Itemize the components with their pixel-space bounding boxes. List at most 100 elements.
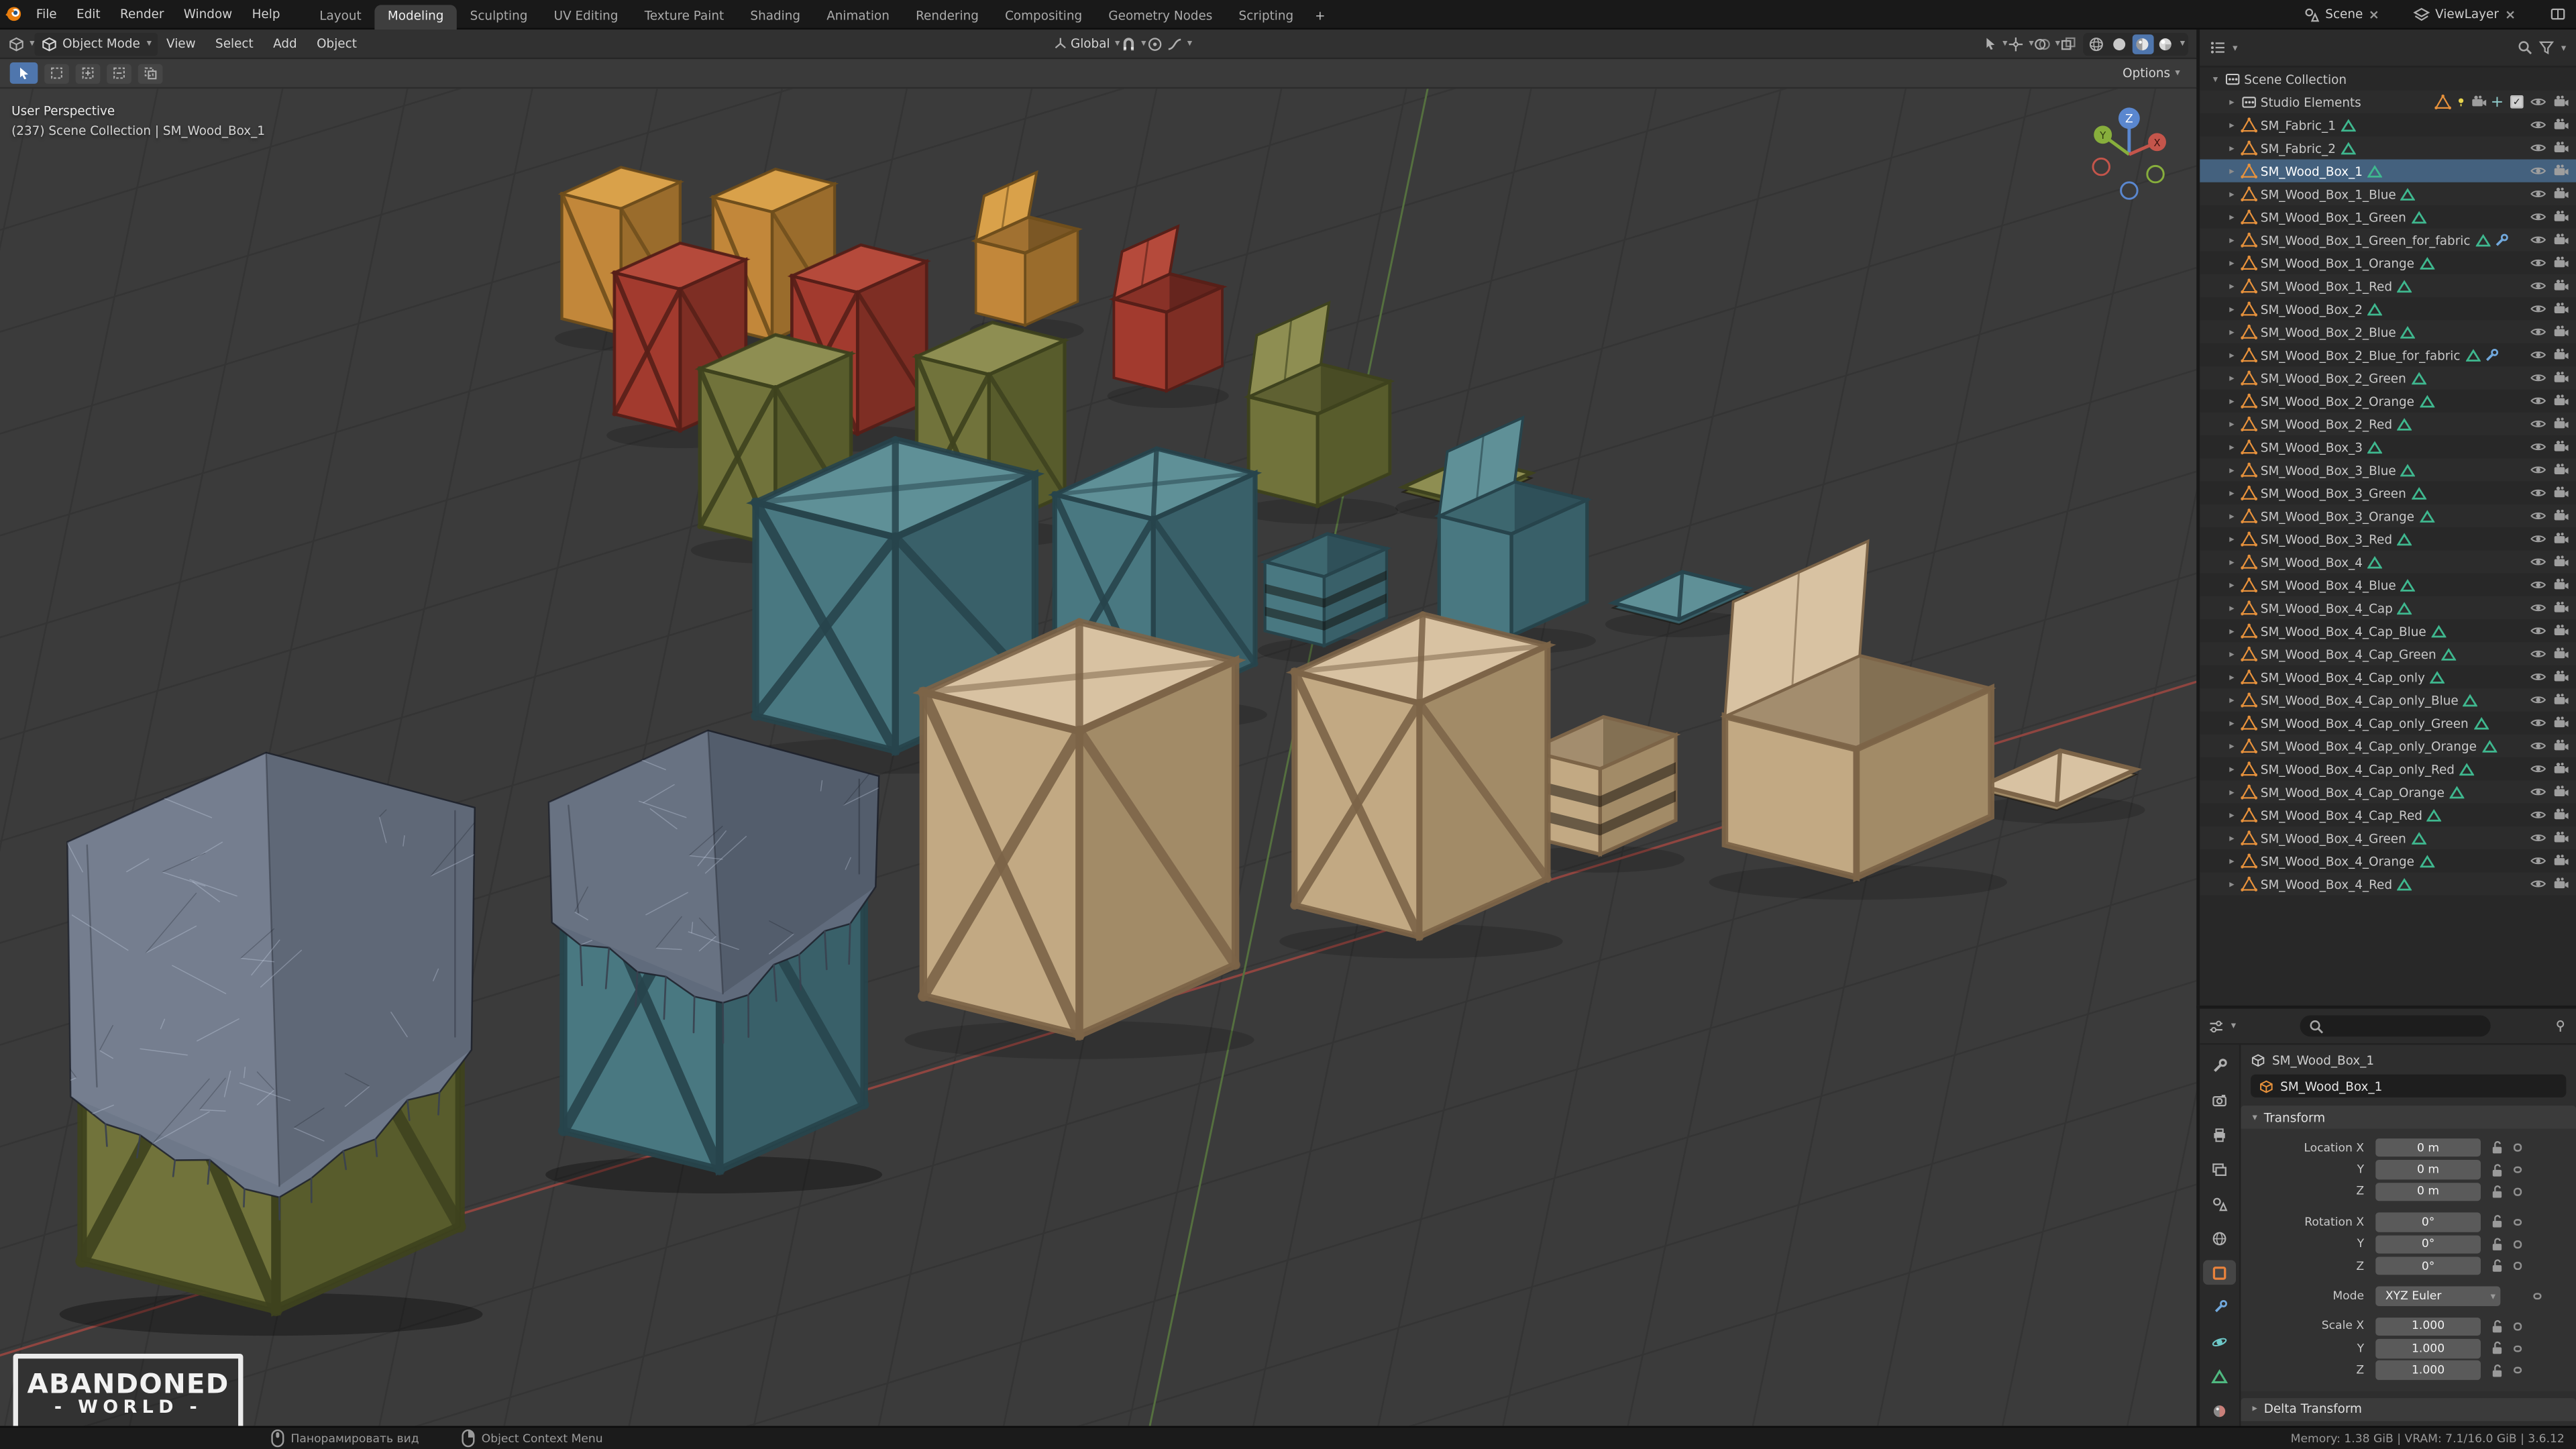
- disable-render-camera-icon[interactable]: [2553, 231, 2569, 248]
- outliner-filter-icon[interactable]: [2538, 40, 2555, 56]
- outliner-editor-icon[interactable]: [2210, 40, 2226, 56]
- hide-viewport-eye-icon[interactable]: [2530, 439, 2546, 455]
- disable-render-camera-icon[interactable]: [2553, 186, 2569, 202]
- outliner-row-object[interactable]: ▸ SM_Wood_Box_3: [2200, 435, 2576, 458]
- lock-icon[interactable]: [2484, 1215, 2509, 1230]
- outliner-row-object[interactable]: ▸ SM_Wood_Box_4_Cap_only: [2200, 665, 2576, 688]
- animate-dot-icon[interactable]: [2513, 1218, 2521, 1226]
- hide-viewport-eye-icon[interactable]: [2530, 600, 2546, 616]
- animate-dot-icon[interactable]: [2533, 1292, 2541, 1300]
- mode-selector[interactable]: Object Mode ▾: [34, 32, 158, 56]
- outliner-row-object[interactable]: ▸ SM_Wood_Box_1_Green: [2200, 205, 2576, 228]
- outliner-row-scene-collection[interactable]: ▾ Scene Collection: [2200, 67, 2576, 90]
- properties-tab-modifiers[interactable]: [2203, 1295, 2236, 1320]
- disable-render-camera-icon[interactable]: [2553, 392, 2569, 409]
- expand-arrow-icon[interactable]: ▸: [2224, 395, 2239, 407]
- outliner-row-object[interactable]: ▸ SM_Wood_Box_4: [2200, 550, 2576, 574]
- expand-arrow-icon[interactable]: ▸: [2224, 487, 2239, 498]
- expand-arrow-icon[interactable]: ▸: [2224, 855, 2239, 867]
- transform-value-field[interactable]: 0 m: [2375, 1138, 2481, 1158]
- animate-dot-icon[interactable]: [2513, 1366, 2521, 1375]
- rotation-mode-dropdown[interactable]: XYZ Euler ▾: [2375, 1287, 2501, 1306]
- outliner-row-object[interactable]: ▸ SM_Wood_Box_4_Orange: [2200, 849, 2576, 872]
- hide-viewport-eye-icon[interactable]: [2530, 186, 2546, 202]
- workspace-tab-sculpting[interactable]: Sculpting: [457, 4, 541, 29]
- viewport-3d[interactable]: User Perspective (237) Scene Collection …: [0, 89, 2197, 1426]
- animate-dot-icon[interactable]: [2513, 1144, 2521, 1152]
- remove-viewlayer-icon[interactable]: [2504, 7, 2517, 21]
- gizmos-toggle[interactable]: ▾: [2008, 36, 2034, 52]
- outliner-row-object[interactable]: ▸ SM_Wood_Box_4_Red: [2200, 872, 2576, 896]
- hide-viewport-eye-icon[interactable]: [2530, 255, 2546, 271]
- hide-viewport-eye-icon[interactable]: [2530, 553, 2546, 570]
- xray-toggle[interactable]: [2060, 36, 2076, 52]
- transform-value-field[interactable]: 0 m: [2375, 1160, 2481, 1179]
- disable-render-camera-icon[interactable]: [2553, 853, 2569, 869]
- expand-arrow-icon[interactable]: ▸: [2224, 671, 2239, 682]
- disable-render-camera-icon[interactable]: [2553, 439, 2569, 455]
- snap-toggle[interactable]: ▾: [1120, 36, 1146, 52]
- transform-value-field[interactable]: 0°: [2375, 1256, 2481, 1276]
- hide-viewport-eye-icon[interactable]: [2530, 738, 2546, 754]
- hide-viewport-eye-icon[interactable]: [2530, 484, 2546, 500]
- animate-dot-icon[interactable]: [2513, 1166, 2521, 1174]
- lock-icon[interactable]: [2484, 1163, 2509, 1177]
- expand-arrow-icon[interactable]: ▸: [2224, 786, 2239, 798]
- expand-arrow-icon[interactable]: ▸: [2224, 809, 2239, 820]
- expand-arrow-icon[interactable]: ▸: [2224, 510, 2239, 521]
- outliner-row-object[interactable]: ▸ SM_Wood_Box_2_Orange: [2200, 389, 2576, 412]
- expand-arrow-icon[interactable]: ▸: [2224, 694, 2239, 706]
- outliner-row-object[interactable]: ▸ SM_Wood_Box_3_Green: [2200, 482, 2576, 504]
- expand-arrow-icon[interactable]: ▸: [2224, 717, 2239, 729]
- outliner-row-object[interactable]: ▸ SM_Wood_Box_4_Cap_only_Orange: [2200, 734, 2576, 757]
- shading-wireframe-button[interactable]: [2086, 34, 2108, 53]
- disable-render-camera-icon[interactable]: [2553, 278, 2569, 294]
- disable-render-camera-icon[interactable]: [2553, 738, 2569, 754]
- workspace-tab-rendering[interactable]: Rendering: [902, 4, 991, 29]
- outliner-row-studio-elements[interactable]: ▸ Studio Elements ✓: [2200, 90, 2576, 113]
- expand-arrow-icon[interactable]: ▸: [2224, 648, 2239, 659]
- pin-icon[interactable]: [2553, 1018, 2568, 1033]
- workspace-tab-texture-paint[interactable]: Texture Paint: [631, 4, 737, 29]
- workspace-tab-scripting[interactable]: Scripting: [1226, 4, 1307, 29]
- disable-render-camera-icon[interactable]: [2553, 623, 2569, 639]
- disable-render-camera-icon[interactable]: [2553, 209, 2569, 225]
- properties-tab-material[interactable]: [2203, 1398, 2236, 1423]
- outliner-search-icon[interactable]: [2517, 40, 2533, 56]
- scene-selector[interactable]: Scene: [2325, 7, 2363, 21]
- expand-arrow-icon[interactable]: ▸: [2224, 303, 2239, 315]
- outliner-row-object[interactable]: ▸ SM_Wood_Box_4_Cap: [2200, 596, 2576, 620]
- disable-render-camera-icon[interactable]: [2553, 761, 2569, 777]
- expand-arrow-icon[interactable]: ▸: [2224, 832, 2239, 843]
- lock-icon[interactable]: [2484, 1319, 2509, 1334]
- disable-render-camera-icon[interactable]: [2553, 370, 2569, 386]
- workspace-tab-uv-editing[interactable]: UV Editing: [541, 4, 631, 29]
- viewport-menu-select[interactable]: Select: [207, 36, 262, 51]
- hide-viewport-eye-icon[interactable]: [2530, 853, 2546, 869]
- expand-arrow-icon[interactable]: ▸: [2224, 878, 2239, 890]
- outliner-row-object[interactable]: ▸ SM_Wood_Box_4_Cap_Red: [2200, 804, 2576, 826]
- hide-viewport-eye-icon[interactable]: [2530, 117, 2546, 133]
- transform-orientation[interactable]: Global ▾: [1053, 36, 1120, 51]
- shading-material-button[interactable]: [2132, 34, 2154, 54]
- properties-tab-tool[interactable]: [2203, 1053, 2236, 1078]
- hide-viewport-eye-icon[interactable]: [2530, 761, 2546, 777]
- navigation-gizmo[interactable]: Z Y X: [2080, 99, 2185, 204]
- viewport-menu-add[interactable]: Add: [265, 36, 305, 51]
- disable-render-camera-icon[interactable]: [2553, 784, 2569, 800]
- expand-arrow-icon[interactable]: ▸: [2224, 556, 2239, 568]
- hide-viewport-eye-icon[interactable]: [2530, 140, 2546, 156]
- hide-viewport-eye-icon[interactable]: [2530, 531, 2546, 547]
- properties-tab-world[interactable]: [2203, 1226, 2236, 1250]
- expand-arrow-icon[interactable]: ▸: [2224, 418, 2239, 429]
- expand-arrow-icon[interactable]: ▸: [2224, 349, 2239, 360]
- menu-window[interactable]: Window: [174, 7, 242, 21]
- animate-dot-icon[interactable]: [2513, 1188, 2521, 1196]
- expand-arrow-icon[interactable]: ▸: [2224, 533, 2239, 545]
- menu-render[interactable]: Render: [110, 7, 174, 21]
- hide-viewport-eye-icon[interactable]: [2530, 830, 2546, 846]
- properties-tab-output[interactable]: [2203, 1122, 2236, 1147]
- expand-arrow-icon[interactable]: ▸: [2224, 441, 2239, 453]
- hide-viewport-eye-icon[interactable]: [2530, 692, 2546, 708]
- disable-render-camera-icon[interactable]: [2553, 323, 2569, 339]
